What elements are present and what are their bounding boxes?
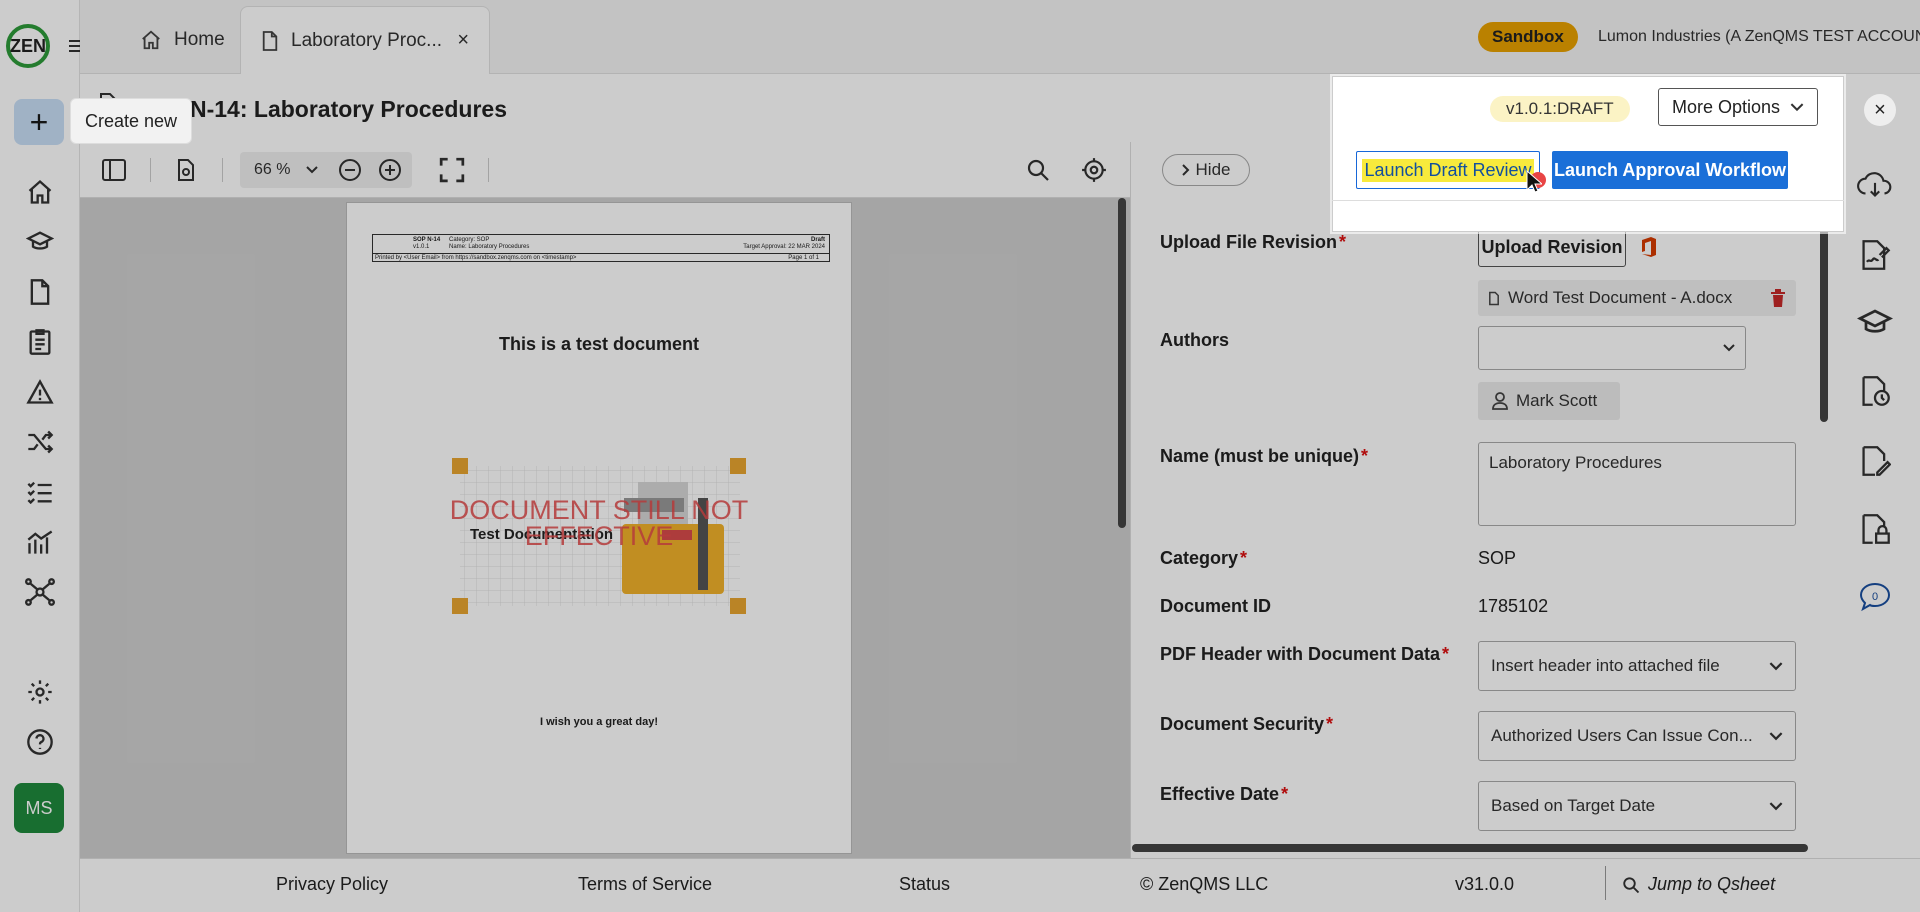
- chevron-down-icon: [1790, 102, 1804, 112]
- mouse-cursor-icon: [1526, 170, 1542, 194]
- popup-divider: [1332, 200, 1844, 201]
- version-badge: v1.0.1:DRAFT: [1490, 96, 1630, 122]
- launch-approval-workflow-button[interactable]: Launch Approval Workflow: [1552, 151, 1788, 189]
- launch-draft-review-button[interactable]: Launch Draft Review: [1356, 151, 1540, 189]
- close-document-icon[interactable]: ×: [1864, 94, 1896, 126]
- create-new-tooltip: Create new: [70, 98, 193, 144]
- launch-draft-review-label: Launch Draft Review: [1362, 158, 1534, 182]
- more-options-label: More Options: [1671, 96, 1781, 117]
- more-options-button[interactable]: More Options: [1658, 88, 1818, 126]
